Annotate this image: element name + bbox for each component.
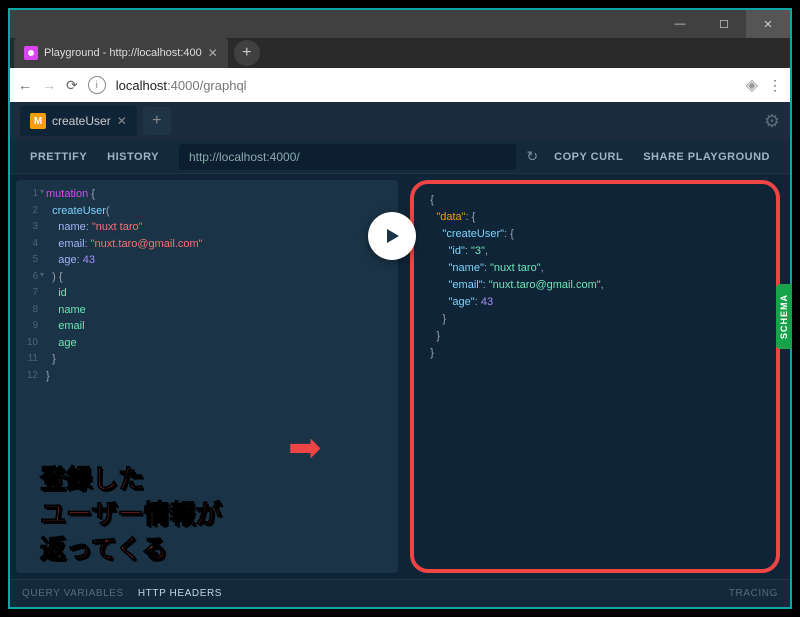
playground-tab-bar: M createUser ✕ + ⚙: [10, 102, 790, 140]
prettify-button[interactable]: PRETTIFY: [20, 151, 97, 163]
endpoint-reload-icon[interactable]: ↻: [526, 148, 538, 165]
settings-gear-icon[interactable]: ⚙: [764, 111, 780, 132]
playground-app: M createUser ✕ + ⚙ PRETTIFY HISTORY http…: [10, 102, 790, 607]
share-playground-button[interactable]: SHARE PLAYGROUND: [633, 151, 780, 163]
window-titlebar: — ☐ ✕: [10, 10, 790, 38]
reload-button[interactable]: ⟳: [66, 77, 78, 94]
operation-tab-close-icon[interactable]: ✕: [117, 114, 127, 128]
toolbar: PRETTIFY HISTORY http://localhost:4000/ …: [10, 140, 790, 174]
back-button[interactable]: ←: [18, 77, 32, 93]
operation-tab[interactable]: M createUser ✕: [20, 106, 137, 136]
mutation-icon: M: [30, 113, 46, 129]
history-button[interactable]: HISTORY: [97, 151, 169, 163]
schema-tab[interactable]: SCHEMA: [776, 284, 792, 349]
address-bar: ← → ⟳ i localhost:4000/graphql ◈ ⋮: [10, 68, 790, 102]
http-headers-tab[interactable]: HTTP HEADERS: [138, 588, 222, 599]
extension-icon[interactable]: ◈: [746, 75, 758, 95]
query-editor[interactable]: 1▾mutation { 2 createUser( 3 name: "nuxt…: [16, 180, 398, 573]
execute-button[interactable]: [368, 212, 416, 260]
play-icon: [383, 227, 401, 245]
endpoint-input[interactable]: http://localhost:4000/: [179, 144, 516, 170]
forward-button[interactable]: →: [42, 77, 56, 93]
maximize-button[interactable]: ☐: [702, 10, 746, 38]
operation-tab-label: createUser: [52, 114, 111, 128]
tracing-tab[interactable]: TRACING: [729, 588, 778, 599]
copy-curl-button[interactable]: COPY CURL: [544, 151, 633, 163]
site-info-icon[interactable]: i: [88, 76, 106, 94]
minimize-button[interactable]: —: [658, 10, 702, 38]
response-pane: { "data": { "createUser": { "id": "3", "…: [410, 180, 780, 573]
browser-menu-icon[interactable]: ⋮: [768, 77, 782, 94]
main-area: 1▾mutation { 2 createUser( 3 name: "nuxt…: [10, 174, 790, 579]
query-variables-tab[interactable]: QUERY VARIABLES: [22, 588, 124, 599]
url-display[interactable]: localhost:4000/graphql: [116, 78, 247, 93]
editor-footer: QUERY VARIABLES HTTP HEADERS TRACING: [10, 579, 790, 607]
new-operation-tab-button[interactable]: +: [143, 107, 171, 135]
new-tab-button[interactable]: +: [234, 40, 260, 66]
browser-tab-title: Playground - http://localhost:400: [44, 47, 202, 59]
browser-tab-strip: Playground - http://localhost:400 ✕ +: [10, 38, 790, 68]
favicon-icon: [24, 46, 38, 60]
browser-tab[interactable]: Playground - http://localhost:400 ✕: [14, 38, 228, 68]
window-close-button[interactable]: ✕: [746, 10, 790, 38]
tab-close-icon[interactable]: ✕: [208, 46, 218, 60]
